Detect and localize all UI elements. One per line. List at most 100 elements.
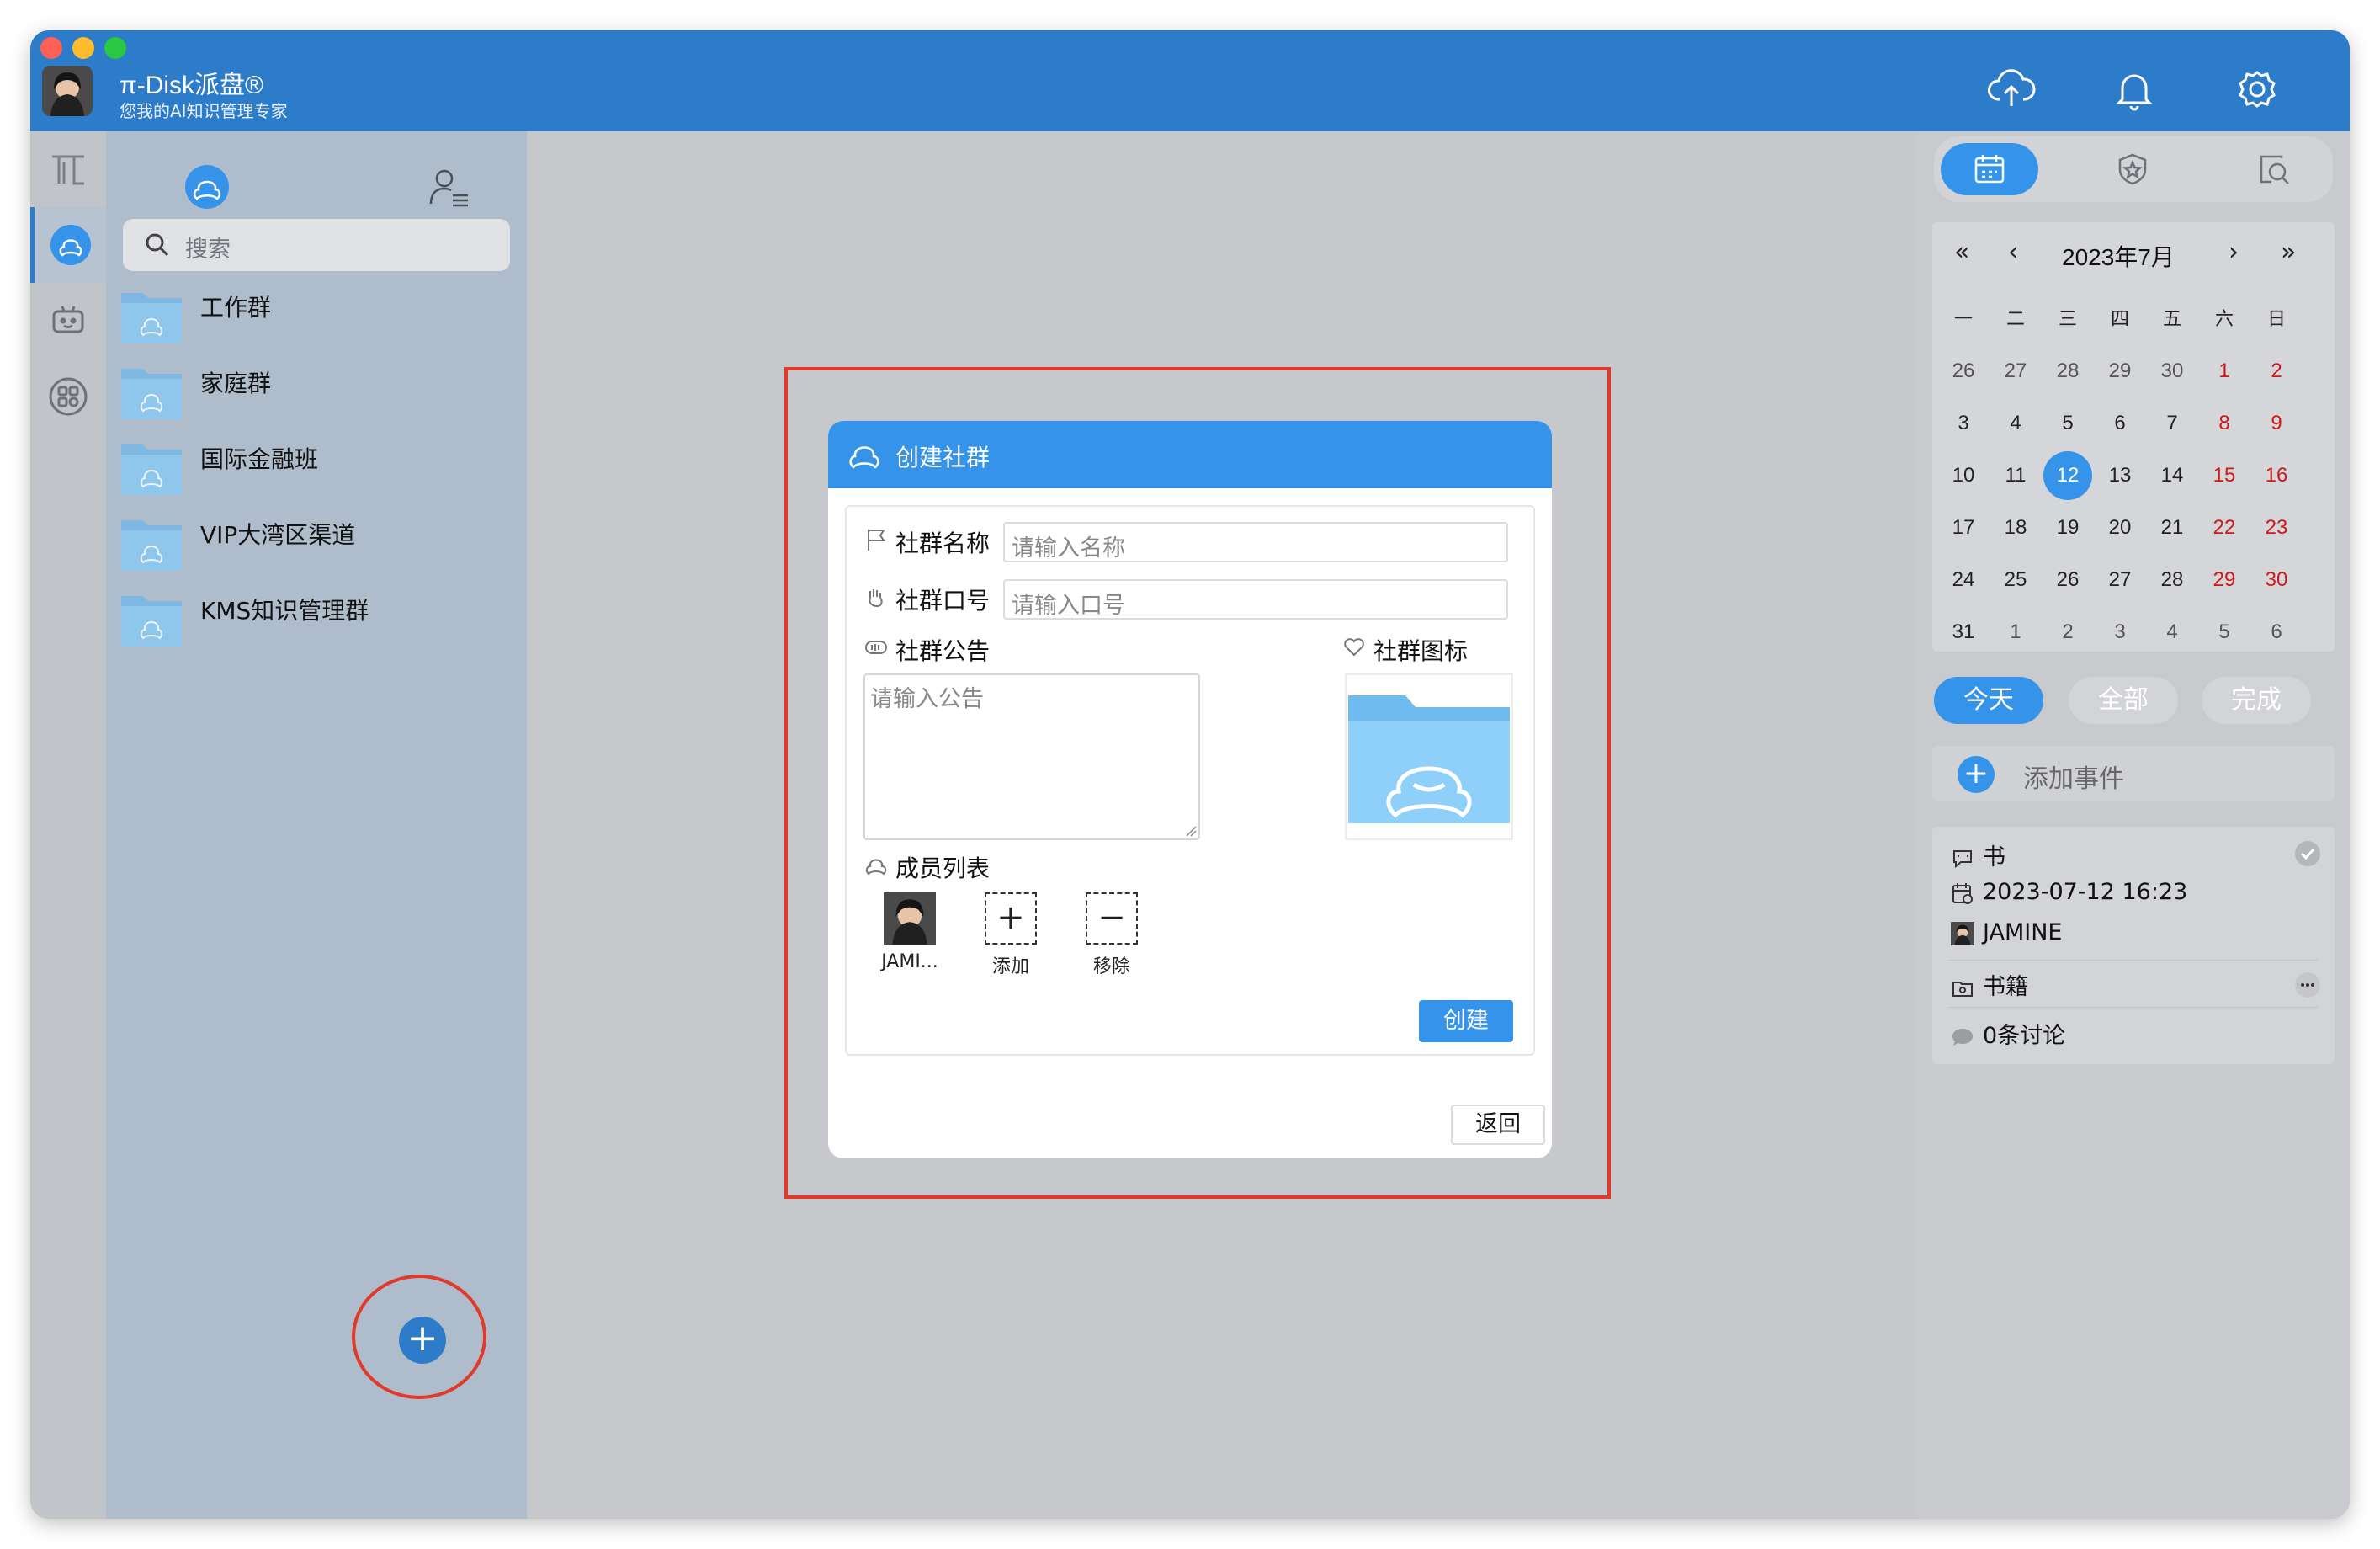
calendar-day[interactable]: 23 <box>2250 502 2303 554</box>
calendar-day[interactable]: 15 <box>2198 450 2250 502</box>
calendar-day[interactable]: 27 <box>2094 554 2146 606</box>
calendar-day[interactable]: 22 <box>2198 502 2250 554</box>
calendar-day[interactable]: 16 <box>2250 450 2303 502</box>
prev-year-button[interactable]: « <box>1954 237 1969 267</box>
list-item[interactable]: KMS知识管理群 <box>120 583 515 658</box>
dialog-title: 创建社群 <box>895 444 991 471</box>
calendar-day[interactable]: 20 <box>2094 502 2146 554</box>
calendar-day[interactable]: 26 <box>2042 554 2094 606</box>
calendar-day[interactable]: 28 <box>2146 554 2198 606</box>
create-button[interactable]: 创建 <box>1419 1000 1513 1042</box>
next-year-button[interactable]: » <box>2281 237 2296 267</box>
next-month-button[interactable]: › <box>2229 237 2239 267</box>
calendar-day[interactable]: 30 <box>2146 345 2198 397</box>
community-nav-icon[interactable] <box>30 207 106 283</box>
community-icon-picker[interactable] <box>1345 673 1513 840</box>
slogan-input[interactable]: 请输入口号 <box>1003 579 1508 620</box>
calendar-day[interactable]: 28 <box>2042 345 2094 397</box>
calendar-day[interactable]: 26 <box>1937 345 1990 397</box>
minimize-window-button[interactable] <box>72 37 94 59</box>
bell-icon[interactable] <box>2109 64 2160 114</box>
calendar-month-label[interactable]: 2023年7月 <box>2062 239 2175 273</box>
hand-icon <box>869 589 883 608</box>
calendar-day[interactable]: 4 <box>2146 606 2198 658</box>
calendar-day[interactable]: 6 <box>2094 397 2146 450</box>
resize-handle-icon[interactable] <box>1185 825 1197 837</box>
calendar-day[interactable]: 3 <box>2094 606 2146 658</box>
tab-favorites[interactable] <box>2084 143 2181 195</box>
tab-contacts-icon[interactable] <box>424 162 475 212</box>
close-window-button[interactable] <box>40 37 62 59</box>
calendar-day[interactable]: 17 <box>1937 502 1990 554</box>
search-input[interactable]: 搜索 <box>123 219 510 271</box>
day-number: 2 <box>2271 359 2282 382</box>
tab-groups-icon[interactable] <box>182 162 232 212</box>
apps-icon[interactable] <box>30 359 106 434</box>
add-event-button[interactable]: + 添加事件 <box>1932 746 2335 801</box>
calendar-day[interactable]: 14 <box>2146 450 2198 502</box>
day-number: 11 <box>2005 464 2027 487</box>
calendar-day[interactable]: 19 <box>2042 502 2094 554</box>
calendar-day[interactable]: 29 <box>2094 345 2146 397</box>
list-item[interactable]: 国际金融班 <box>120 431 515 507</box>
filter-done[interactable]: 完成 <box>2202 677 2311 724</box>
calendar-day-today[interactable]: 12 <box>2042 450 2094 502</box>
filter-all[interactable]: 全部 <box>2069 677 2178 724</box>
done-check-icon[interactable] <box>2294 840 2321 867</box>
notice-textarea[interactable]: 请输入公告 <box>863 673 1200 840</box>
calendar-day[interactable]: 27 <box>1990 345 2042 397</box>
calendar-day[interactable]: 1 <box>2198 345 2250 397</box>
tab-calendar[interactable] <box>1941 143 2038 195</box>
calendar-day[interactable]: 5 <box>2042 397 2094 450</box>
event-owner: JAMINE <box>1983 919 2063 945</box>
name-input[interactable]: 请输入名称 <box>1003 522 1508 562</box>
calendar-day[interactable]: 10 <box>1937 450 1990 502</box>
day-number: 20 <box>2108 516 2132 539</box>
calendar-day[interactable]: 1 <box>1990 606 2042 658</box>
group-name: 国际金融班 <box>200 445 319 473</box>
calendar-day[interactable]: 11 <box>1990 450 2042 502</box>
calendar-day[interactable]: 25 <box>1990 554 2042 606</box>
calendar-day[interactable]: 2 <box>2042 606 2094 658</box>
list-item[interactable]: 工作群 <box>120 279 515 355</box>
calendar-day[interactable]: 7 <box>2146 397 2198 450</box>
add-group-button[interactable]: + <box>399 1317 446 1364</box>
calendar-day[interactable]: 5 <box>2198 606 2250 658</box>
filter-today[interactable]: 今天 <box>1934 677 2043 724</box>
calendar-day[interactable]: 24 <box>1937 554 1990 606</box>
calendar-day[interactable]: 21 <box>2146 502 2198 554</box>
list-item[interactable]: VIP大湾区渠道 <box>120 507 515 583</box>
divider <box>1949 1007 2318 1008</box>
calendar-day[interactable]: 18 <box>1990 502 2042 554</box>
pi-logo-icon[interactable] <box>30 131 106 207</box>
remove-member-button[interactable]: − 移除 <box>1074 892 1150 978</box>
bot-icon[interactable] <box>30 283 106 359</box>
weekday-header: 三 <box>2058 308 2077 329</box>
event-card[interactable]: 书 2023-07-12 16:23 JAMINE 书籍 0条讨论 <box>1932 827 2335 1064</box>
zoom-window-button[interactable] <box>104 37 126 59</box>
cloud-upload-icon[interactable] <box>1986 64 2037 114</box>
calendar-day[interactable]: 9 <box>2250 397 2303 450</box>
calendar-day[interactable]: 6 <box>2250 606 2303 658</box>
event-comments-row[interactable]: 0条讨论 <box>1951 1017 2065 1050</box>
member-jamine[interactable]: JAMI... <box>872 892 948 972</box>
calendar-day[interactable]: 2 <box>2250 345 2303 397</box>
tab-search-history[interactable] <box>2225 143 2323 195</box>
gear-icon[interactable] <box>2232 64 2282 114</box>
day-number: 27 <box>2108 568 2132 591</box>
calendar-day[interactable]: 13 <box>2094 450 2146 502</box>
user-avatar[interactable] <box>42 66 93 116</box>
calendar-day[interactable]: 30 <box>2250 554 2303 606</box>
weekday-header: 四 <box>2110 308 2129 329</box>
calendar-day[interactable]: 4 <box>1990 397 2042 450</box>
prev-month-button[interactable]: ‹ <box>2008 237 2018 267</box>
calendar-day[interactable]: 8 <box>2198 397 2250 450</box>
weekday-header: 日 <box>2266 308 2286 329</box>
calendar-day[interactable]: 29 <box>2198 554 2250 606</box>
back-button[interactable]: 返回 <box>1451 1105 1545 1145</box>
more-options-icon[interactable] <box>2294 971 2321 998</box>
calendar-day[interactable]: 31 <box>1937 606 1990 658</box>
add-member-button[interactable]: + 添加 <box>973 892 1049 978</box>
calendar-day[interactable]: 3 <box>1937 397 1990 450</box>
list-item[interactable]: 家庭群 <box>120 355 515 431</box>
